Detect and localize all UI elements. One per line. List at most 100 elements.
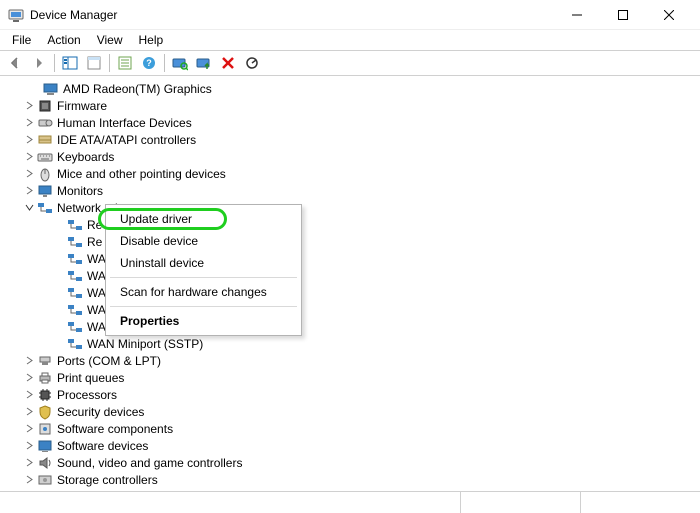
tree-label: WA bbox=[87, 269, 106, 283]
tree-item-keyboards[interactable]: Keyboards bbox=[4, 148, 700, 165]
show-hide-button[interactable] bbox=[59, 52, 81, 74]
context-menu-separator bbox=[110, 277, 297, 278]
software-device-icon bbox=[37, 438, 53, 454]
tree-label: AMD Radeon(TM) Graphics bbox=[63, 82, 212, 96]
tree-label: Ports (COM & LPT) bbox=[57, 354, 161, 368]
context-menu-properties[interactable]: Properties bbox=[106, 310, 301, 332]
display-adapter-icon bbox=[43, 81, 59, 97]
tree-label: WA bbox=[87, 303, 106, 317]
security-icon bbox=[37, 404, 53, 420]
tree-item-hid[interactable]: Human Interface Devices bbox=[4, 114, 700, 131]
tree-label: Firmware bbox=[57, 99, 107, 113]
tree-item-sound[interactable]: Sound, video and game controllers bbox=[4, 454, 700, 471]
cpu-icon bbox=[37, 387, 53, 403]
tree-label: Keyboards bbox=[57, 150, 114, 164]
tree-label: Sound, video and game controllers bbox=[57, 456, 242, 470]
tree-item-software-components[interactable]: Software components bbox=[4, 420, 700, 437]
chevron-right-icon[interactable] bbox=[22, 99, 36, 113]
tree-item-storage-controllers[interactable]: Storage controllers bbox=[4, 471, 700, 488]
maximize-button[interactable] bbox=[600, 0, 646, 30]
tree-item-software-devices[interactable]: Software devices bbox=[4, 437, 700, 454]
monitor-icon bbox=[37, 183, 53, 199]
tree-item-monitors[interactable]: Monitors bbox=[4, 182, 700, 199]
tree-label: Storage controllers bbox=[57, 473, 158, 487]
printer-icon bbox=[37, 370, 53, 386]
context-menu-uninstall-device[interactable]: Uninstall device bbox=[106, 252, 301, 274]
tree-item-mice[interactable]: Mice and other pointing devices bbox=[4, 165, 700, 182]
hid-icon bbox=[37, 115, 53, 131]
tree-label: Security devices bbox=[57, 405, 144, 419]
sound-icon bbox=[37, 455, 53, 471]
tree-label: WA bbox=[87, 286, 106, 300]
tree-item-print-queues[interactable]: Print queues bbox=[4, 369, 700, 386]
tree-label: Software devices bbox=[57, 439, 148, 453]
tree-label: Human Interface Devices bbox=[57, 116, 192, 130]
mouse-icon bbox=[37, 166, 53, 182]
chevron-right-icon[interactable] bbox=[22, 422, 36, 436]
back-button[interactable] bbox=[4, 52, 26, 74]
help-button[interactable]: ? bbox=[138, 52, 160, 74]
uninstall-button[interactable] bbox=[217, 52, 239, 74]
menu-view[interactable]: View bbox=[89, 31, 131, 49]
chevron-right-icon[interactable] bbox=[22, 371, 36, 385]
menu-bar: File Action View Help bbox=[0, 30, 700, 50]
tree-item-net-sstp[interactable]: WAN Miniport (SSTP) bbox=[4, 335, 700, 352]
context-menu-update-driver[interactable]: Update driver bbox=[106, 208, 301, 230]
chevron-right-icon[interactable] bbox=[22, 150, 36, 164]
tree-label: Print queues bbox=[57, 371, 124, 385]
storage-icon bbox=[37, 472, 53, 488]
context-menu: Update driver Disable device Uninstall d… bbox=[105, 204, 302, 336]
svg-text:?: ? bbox=[146, 58, 152, 68]
network-adapter-icon bbox=[67, 336, 83, 352]
menu-action[interactable]: Action bbox=[39, 31, 88, 49]
firmware-icon bbox=[37, 98, 53, 114]
tree-item-firmware[interactable]: Firmware bbox=[4, 97, 700, 114]
tree-item-ide[interactable]: IDE ATA/ATAPI controllers bbox=[4, 131, 700, 148]
chevron-right-icon[interactable] bbox=[22, 133, 36, 147]
network-adapter-icon bbox=[67, 234, 83, 250]
chevron-right-icon[interactable] bbox=[22, 354, 36, 368]
tree-label: WAN Miniport (SSTP) bbox=[87, 337, 203, 351]
chevron-right-icon[interactable] bbox=[22, 405, 36, 419]
chevron-right-icon[interactable] bbox=[22, 388, 36, 402]
chevron-right-icon[interactable] bbox=[22, 456, 36, 470]
context-menu-scan-hardware[interactable]: Scan for hardware changes bbox=[106, 281, 301, 303]
properties-button[interactable] bbox=[83, 52, 105, 74]
menu-file[interactable]: File bbox=[4, 31, 39, 49]
tree-label: Monitors bbox=[57, 184, 103, 198]
software-component-icon bbox=[37, 421, 53, 437]
update-driver-button[interactable] bbox=[193, 52, 215, 74]
enable-disable-button[interactable] bbox=[241, 52, 263, 74]
network-icon bbox=[37, 200, 53, 216]
close-button[interactable] bbox=[646, 0, 692, 30]
chevron-right-icon[interactable] bbox=[22, 439, 36, 453]
tree-label: WA bbox=[87, 252, 106, 266]
tree-label: Re bbox=[87, 218, 102, 232]
window-title: Device Manager bbox=[30, 8, 117, 22]
chevron-down-icon[interactable] bbox=[22, 201, 36, 215]
tree-label: Processors bbox=[57, 388, 117, 402]
tree-item-security-devices[interactable]: Security devices bbox=[4, 403, 700, 420]
chevron-right-icon[interactable] bbox=[22, 184, 36, 198]
action-button-1[interactable] bbox=[114, 52, 136, 74]
tree-item-ports[interactable]: Ports (COM & LPT) bbox=[4, 352, 700, 369]
network-adapter-icon bbox=[67, 319, 83, 335]
ide-icon bbox=[37, 132, 53, 148]
context-menu-separator bbox=[110, 306, 297, 307]
title-bar: Device Manager bbox=[0, 0, 700, 30]
toolbar: ? bbox=[0, 50, 700, 76]
tree-label: Re bbox=[87, 235, 102, 249]
tree-item-processors[interactable]: Processors bbox=[4, 386, 700, 403]
port-icon bbox=[37, 353, 53, 369]
forward-button[interactable] bbox=[28, 52, 50, 74]
chevron-right-icon[interactable] bbox=[22, 116, 36, 130]
chevron-right-icon[interactable] bbox=[22, 167, 36, 181]
network-adapter-icon bbox=[67, 268, 83, 284]
menu-help[interactable]: Help bbox=[131, 31, 172, 49]
minimize-button[interactable] bbox=[554, 0, 600, 30]
context-menu-disable-device[interactable]: Disable device bbox=[106, 230, 301, 252]
network-adapter-icon bbox=[67, 251, 83, 267]
chevron-right-icon[interactable] bbox=[22, 473, 36, 487]
tree-item-amd-graphics[interactable]: AMD Radeon(TM) Graphics bbox=[4, 80, 700, 97]
scan-hardware-button[interactable] bbox=[169, 52, 191, 74]
